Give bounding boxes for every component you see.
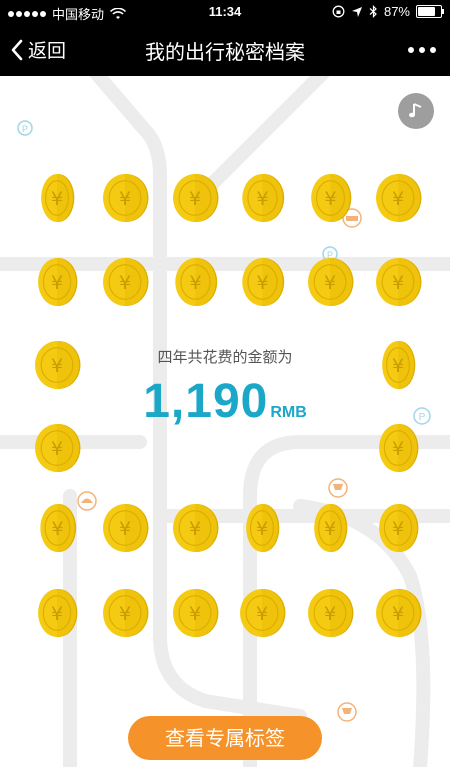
svg-text:¥: ¥	[324, 603, 336, 625]
battery-icon	[416, 5, 444, 18]
svg-text:¥: ¥	[324, 518, 336, 540]
coin-icon: ¥	[103, 258, 149, 306]
coin-icon: ¥	[173, 589, 219, 637]
more-options-button[interactable]	[408, 47, 436, 53]
amount-value: 1,190	[143, 375, 269, 428]
status-right: 87%	[332, 4, 444, 19]
more-dot-icon	[430, 47, 436, 53]
coin-icon: ¥	[241, 174, 284, 222]
amount-unit: RMB	[270, 404, 307, 421]
svg-text:¥: ¥	[324, 188, 336, 210]
cart-icon	[328, 478, 348, 498]
page-title: 我的出行秘密档案	[145, 40, 305, 64]
svg-text:¥: ¥	[119, 518, 131, 540]
map-content: P P P ¥ ¥ ¥ ¥ ¥ ¥ ¥ ¥ ¥ ¥ ¥ ¥ ¥ ¥ ¥ ¥ ¥ ¥ ¥ ¥ ¥ ¥ ¥ ¥ ¥ ¥ ¥ ¥	[0, 76, 450, 767]
svg-text:¥: ¥	[51, 438, 63, 460]
location-arrow-icon	[351, 6, 362, 17]
svg-text:P: P	[22, 124, 28, 134]
food-icon	[77, 491, 97, 511]
svg-text:¥: ¥	[51, 518, 63, 540]
coin-icon: ¥	[174, 258, 217, 306]
parking-icon: P	[17, 120, 33, 136]
spend-label: 四年共花费的金额为	[157, 348, 293, 366]
more-dot-icon	[408, 47, 414, 53]
coin-icon: ¥	[35, 424, 81, 472]
svg-text:¥: ¥	[51, 603, 63, 625]
coin-icon: ¥	[103, 589, 149, 637]
svg-text:¥: ¥	[256, 603, 268, 625]
battery-percent: 87%	[383, 4, 410, 19]
svg-text:¥: ¥	[392, 603, 404, 625]
svg-text:¥: ¥	[51, 272, 63, 294]
coin-icon: ¥	[103, 504, 149, 552]
rotation-lock-icon	[332, 5, 345, 18]
status-bar: 中国移动 11:34 87%	[0, 0, 450, 24]
coin-icon: ¥	[376, 174, 422, 222]
coin-icon: ¥	[376, 258, 422, 306]
svg-text:¥: ¥	[189, 603, 201, 625]
coin-icon: ¥	[308, 589, 354, 637]
svg-text:¥: ¥	[392, 188, 404, 210]
svg-text:¥: ¥	[392, 438, 404, 460]
music-note-icon	[409, 103, 422, 118]
bluetooth-icon	[369, 5, 377, 18]
svg-text:¥: ¥	[119, 272, 131, 294]
coin-icon: ¥	[246, 504, 280, 552]
coin-icon: ¥	[376, 589, 422, 637]
more-dot-icon	[419, 47, 425, 53]
svg-text:¥: ¥	[392, 518, 404, 540]
coin-icon: ¥	[39, 504, 76, 552]
coin-icon: ¥	[379, 504, 419, 552]
view-tags-button[interactable]: 查看专属标签	[128, 716, 322, 760]
back-button[interactable]: 返回	[10, 36, 66, 63]
chevron-left-icon	[11, 39, 23, 60]
coin-icon: ¥	[240, 589, 286, 637]
svg-text:¥: ¥	[324, 272, 336, 294]
coin-icon: ¥	[379, 424, 419, 472]
back-label: 返回	[28, 40, 67, 62]
coin-icon: ¥	[41, 174, 75, 222]
svg-text:¥: ¥	[256, 188, 268, 210]
svg-text:¥: ¥	[256, 272, 268, 294]
svg-text:¥: ¥	[189, 188, 201, 210]
coin-icon: ¥	[103, 174, 149, 222]
coin-icon: ¥	[314, 504, 348, 552]
svg-text:¥: ¥	[256, 518, 268, 540]
svg-text:¥: ¥	[189, 272, 201, 294]
coin-icon: ¥	[173, 174, 219, 222]
coin-icon: ¥	[308, 258, 354, 306]
coin-icon: ¥	[38, 589, 78, 637]
svg-text:¥: ¥	[119, 603, 131, 625]
cart-icon	[337, 702, 357, 722]
coin-icon: ¥	[173, 504, 219, 552]
svg-text:¥: ¥	[51, 188, 63, 210]
coin-icon: ¥	[38, 258, 78, 306]
svg-text:¥: ¥	[119, 188, 131, 210]
coin-icon: ¥	[241, 258, 284, 306]
coin-icon: ¥	[310, 174, 351, 222]
nav-bar: 返回 我的出行秘密档案	[0, 24, 450, 76]
svg-text:¥: ¥	[189, 518, 201, 540]
music-toggle-button[interactable]	[398, 93, 434, 129]
spend-amount: 1,190 RMB	[0, 374, 450, 429]
svg-text:¥: ¥	[392, 272, 404, 294]
